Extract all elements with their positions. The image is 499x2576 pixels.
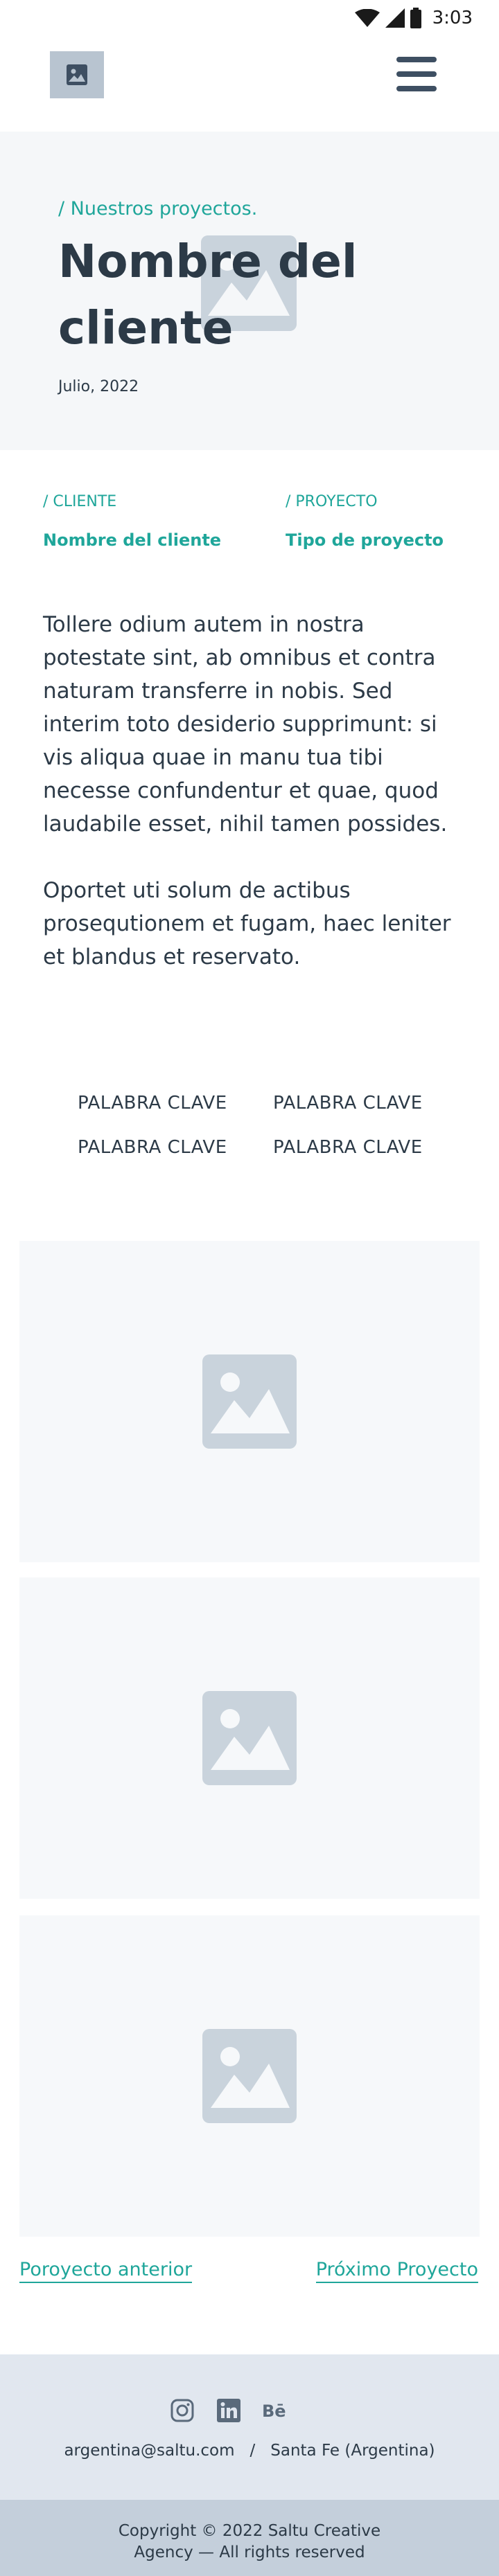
footer-email[interactable]: argentina@saltu.com [64, 2442, 234, 2460]
project-value: Tipo de proyecto [286, 530, 444, 550]
project-description: Tollere odium autem in nostra potestate … [43, 608, 459, 974]
gallery-image [19, 1915, 480, 2237]
top-navigation [0, 36, 499, 132]
image-placeholder-icon [202, 2029, 297, 2123]
footer-location: Santa Fe (Argentina) [270, 2442, 435, 2460]
instagram-icon[interactable] [170, 2399, 194, 2422]
svg-text:Bē: Bē [262, 2401, 286, 2421]
status-time: 3:03 [432, 8, 473, 28]
gallery-image [19, 1241, 480, 1562]
image-placeholder-icon [202, 1691, 297, 1785]
status-bar: 3:03 [0, 0, 499, 36]
footer: Bē argentina@saltu.com / Santa Fe (Argenti… [0, 2354, 499, 2500]
client-value: Nombre del cliente [43, 530, 222, 550]
logo[interactable] [50, 51, 104, 98]
keyword-tag: PALABRA CLAVE [273, 1093, 423, 1113]
keyword-tag: PALABRA CLAVE [273, 1137, 423, 1158]
page-title: Nombre del cliente [58, 235, 358, 355]
footer-separator: / [250, 2442, 256, 2460]
copyright-bar: Copyright © 2022 Saltu Creative Agency —… [0, 2500, 499, 2576]
client-label: / CLIENTE [43, 493, 117, 510]
project-date: Julio, 2022 [58, 378, 139, 395]
hero-section: / Nuestros proyectos. Nombre del cliente… [0, 132, 499, 450]
description-paragraph: Oportet uti solum de actibus proseqution… [43, 878, 451, 969]
battery-icon [410, 8, 421, 28]
description-paragraph: Tollere odium autem in nostra potestate … [43, 612, 448, 837]
next-project-link[interactable]: Próximo Proyecto [315, 2259, 478, 2283]
copyright-text: Copyright © 2022 Saltu Creative [118, 2522, 381, 2540]
copyright-text: Agency — All rights reserved [134, 2543, 365, 2561]
gallery-image [19, 1577, 480, 1899]
image-placeholder-icon [202, 1354, 297, 1449]
wifi-icon [354, 9, 380, 27]
status-icons: 3:03 [354, 7, 473, 29]
keyword-tag: PALABRA CLAVE [78, 1093, 227, 1113]
breadcrumb[interactable]: / Nuestros proyectos. [58, 198, 257, 220]
linkedin-icon[interactable] [217, 2399, 240, 2422]
project-label: / PROYECTO [286, 493, 378, 510]
hamburger-menu-icon[interactable] [396, 57, 437, 91]
footer-contact: argentina@saltu.com / Santa Fe (Argentina) [0, 2442, 499, 2460]
previous-project-link[interactable]: Poroyecto anterior [19, 2259, 193, 2283]
image-placeholder-icon [67, 64, 87, 85]
keyword-tag: PALABRA CLAVE [78, 1137, 227, 1158]
cellular-signal-icon [385, 8, 405, 28]
behance-icon[interactable]: Bē [262, 2399, 290, 2422]
